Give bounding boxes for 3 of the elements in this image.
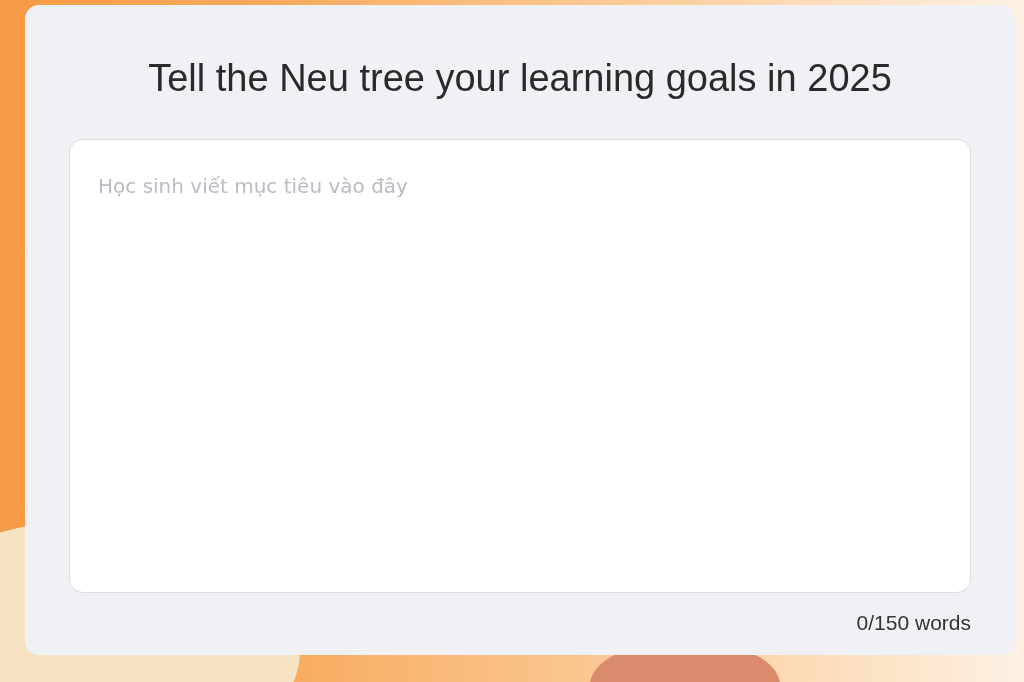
goal-input-field[interactable]: Học sinh viết mục tiêu vào đây xyxy=(69,139,971,593)
word-count: 0/150 words xyxy=(856,611,971,635)
card-title: Tell the Neu tree your learning goals in 2025 xyxy=(147,56,893,101)
